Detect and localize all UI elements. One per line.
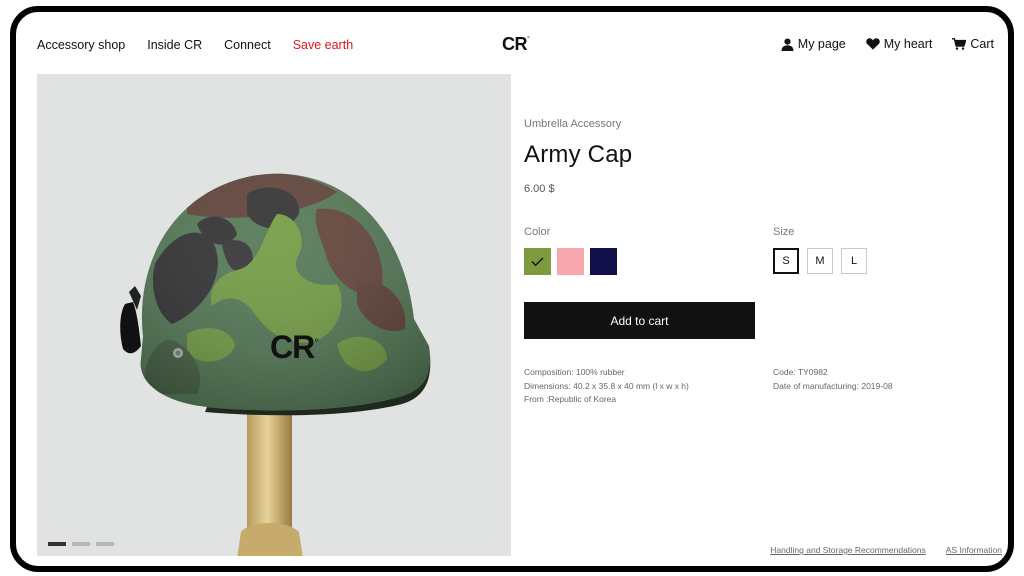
- product-code: Code: TY0982: [773, 367, 828, 377]
- product-specs: Composition: 100% rubber Dimensions: 40.…: [524, 366, 689, 407]
- product-title: Army Cap: [524, 141, 633, 168]
- as-information-link[interactable]: AS Information: [946, 545, 1002, 555]
- product-image-gallery[interactable]: CR°: [37, 74, 511, 556]
- add-to-cart-button[interactable]: Add to cart: [524, 302, 755, 339]
- logo-text: CR: [502, 34, 528, 54]
- cart-label: Cart: [970, 37, 994, 51]
- size-option-l[interactable]: L: [841, 248, 867, 274]
- top-navigation: Accessory shop Inside CR Connect Save ea…: [16, 12, 1008, 74]
- nav-accessory-shop[interactable]: Accessory shop: [37, 38, 125, 52]
- color-swatch-navy[interactable]: [590, 248, 617, 275]
- my-page-link[interactable]: My page: [781, 37, 846, 51]
- heart-icon: [865, 38, 880, 50]
- product-meta: Code: TY0982 Date of manufacturing: 2019…: [773, 366, 893, 393]
- my-heart-label: My heart: [883, 37, 933, 51]
- helmet-print-mark: °: [314, 337, 319, 350]
- my-heart-link[interactable]: My heart: [865, 37, 933, 51]
- nav-save-earth[interactable]: Save earth: [293, 38, 353, 52]
- color-options: [524, 248, 617, 275]
- brand-logo[interactable]: CR°: [502, 34, 530, 55]
- nav-inside-cr[interactable]: Inside CR: [147, 38, 202, 52]
- handling-storage-link[interactable]: Handling and Storage Recommendations: [770, 545, 925, 555]
- product-category: Umbrella Accessory: [524, 118, 622, 130]
- footer-links: Handling and Storage Recommendations AS …: [770, 545, 1002, 555]
- slide-indicator-2[interactable]: [72, 542, 90, 546]
- product-price: 6.00 $: [524, 183, 555, 195]
- helmet-print: CR°: [270, 329, 319, 365]
- carousel-indicators: [48, 542, 114, 546]
- color-swatch-pink[interactable]: [557, 248, 584, 275]
- logo-mark: °: [527, 36, 530, 43]
- manufacturing-date: Date of manufacturing: 2019-08: [773, 380, 893, 391]
- slide-indicator-3[interactable]: [96, 542, 114, 546]
- product-details: Umbrella Accessory Army Cap 6.00 $ Color…: [524, 74, 1004, 556]
- cart-icon: [952, 38, 967, 50]
- slide-indicator-1[interactable]: [48, 542, 66, 546]
- device-frame: Accessory shop Inside CR Connect Save ea…: [10, 6, 1014, 572]
- composition-text: Composition: 100% rubber: [524, 367, 625, 377]
- user-icon: [781, 38, 794, 51]
- dimensions-text: Dimensions: 40.2 x 35.8 x 40 mm (l x w x…: [524, 380, 689, 391]
- main-menu: Accessory shop Inside CR Connect Save ea…: [37, 38, 353, 52]
- size-label: Size: [773, 226, 795, 238]
- size-option-m[interactable]: M: [807, 248, 833, 274]
- origin-text: From :Republic of Korea: [524, 394, 617, 404]
- nav-connect[interactable]: Connect: [224, 38, 271, 52]
- cart-link[interactable]: Cart: [952, 37, 994, 51]
- army-helmet-image: [120, 173, 431, 556]
- size-options: S M L: [773, 248, 867, 274]
- color-swatch-green[interactable]: [524, 248, 551, 275]
- my-page-label: My page: [797, 37, 846, 51]
- check-icon: [531, 257, 544, 267]
- size-option-s[interactable]: S: [773, 248, 799, 274]
- color-label: Color: [524, 226, 551, 238]
- account-menu: My page My heart Cart: [781, 37, 994, 51]
